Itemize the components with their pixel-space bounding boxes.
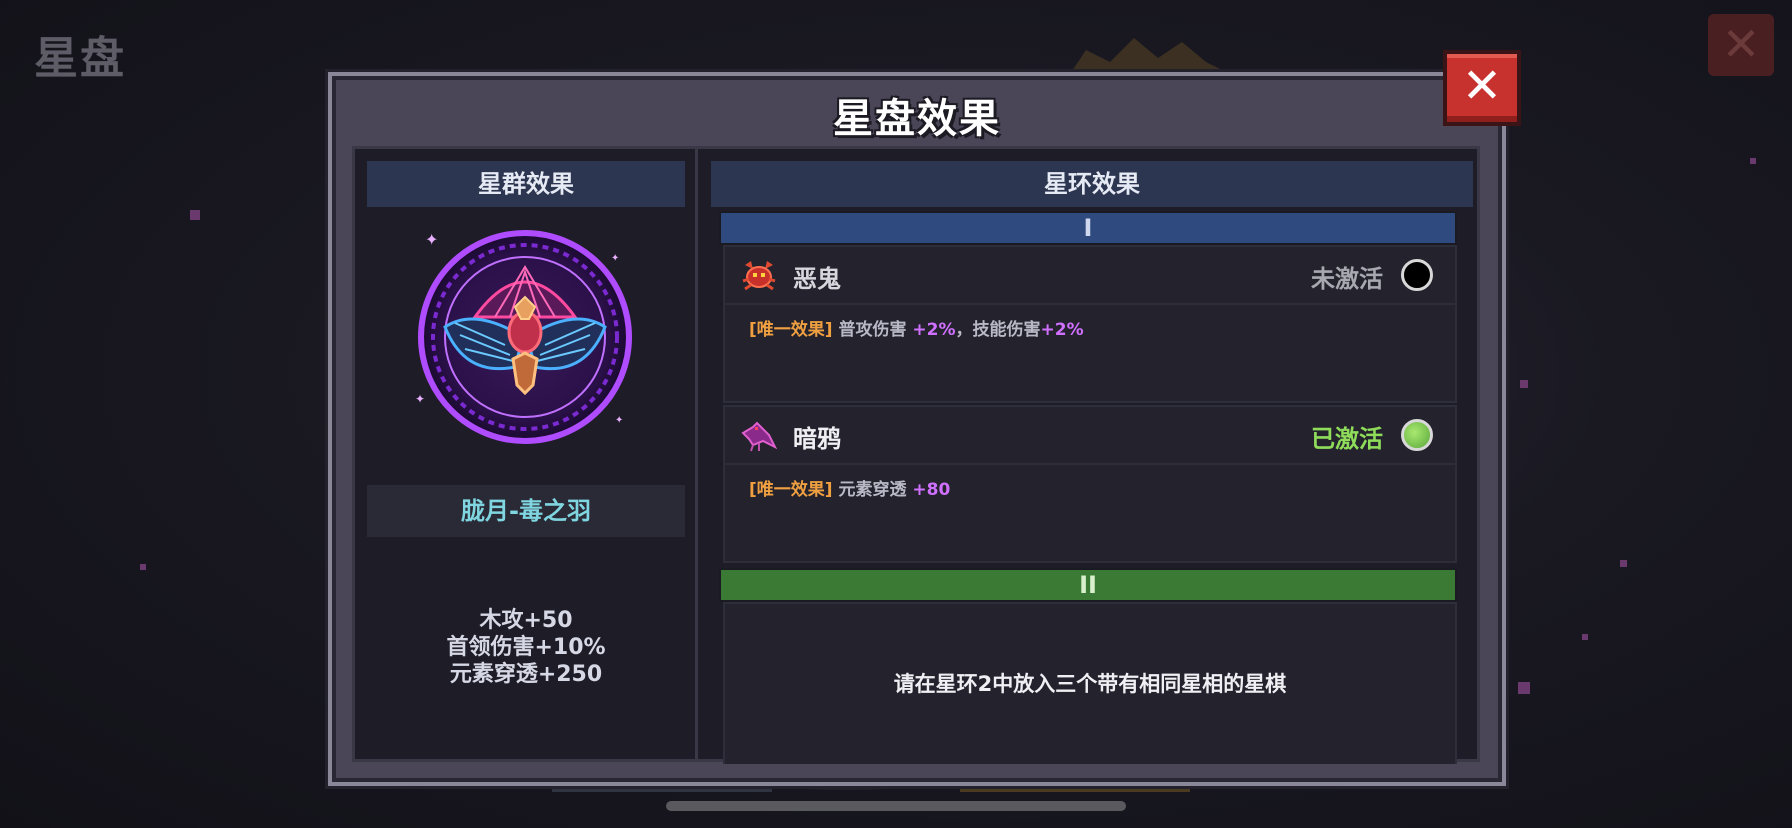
svg-text:✦: ✦ [425, 230, 438, 249]
bg-star [1750, 158, 1756, 164]
effect-value: +2% [912, 320, 956, 340]
bg-star [1620, 560, 1627, 567]
inactive-status-icon [1401, 259, 1433, 291]
effect-text: 普攻伤害 [838, 320, 913, 340]
ring-tier-2-empty-slot: 请在星环2中放入三个带有相同星相的星棋 [723, 602, 1457, 764]
bg-star [190, 210, 200, 220]
card-header: 暗鸦 已激活 [725, 407, 1455, 465]
dialog-title: 星盘效果 [833, 96, 1001, 142]
active-status-icon [1401, 419, 1433, 451]
bg-star [1518, 682, 1530, 694]
effect-text: ，技能伤害 [955, 320, 1041, 340]
effect-value: +2% [1040, 320, 1084, 340]
svg-text:✦: ✦ [611, 253, 619, 264]
effect-description: [唯一效果] 普攻伤害 +2%，技能伤害+2% [749, 315, 1084, 340]
effect-tag: [唯一效果] [749, 480, 833, 500]
home-indicator[interactable] [666, 801, 1126, 811]
background-ornament [1070, 38, 1230, 74]
close-button[interactable]: ✕ [1443, 50, 1521, 126]
ring-tier-2-bar: II [719, 568, 1457, 602]
ring-effect-header: 星环效果 [711, 161, 1473, 207]
status-label: 已激活 [1311, 425, 1383, 453]
ring-effect-card-evil-ghost[interactable]: 恶鬼 未激活 [唯一效果] 普攻伤害 +2%，技能伤害+2% [723, 245, 1457, 403]
red-crab-demon-icon [739, 259, 779, 293]
bg-star [1520, 380, 1528, 388]
panel-divider [695, 149, 698, 759]
effect-tag: [唯一效果] [749, 320, 833, 340]
card-header: 恶鬼 未激活 [725, 247, 1455, 305]
svg-text:✦: ✦ [615, 415, 623, 426]
purple-crow-constellation-icon: ✦ ✦ ✦ ✦ [415, 227, 635, 447]
stat-line: 元素穿透+250 [449, 662, 603, 687]
ring-item-name: 恶鬼 [793, 265, 841, 293]
bg-star [140, 564, 146, 570]
purple-crow-icon [739, 419, 779, 453]
ring-tier-2-hint: 请在星环2中放入三个带有相同星相的星棋 [893, 672, 1287, 696]
constellation-name: 胧月-毒之羽 [367, 485, 685, 537]
ring-item-name: 暗鸦 [793, 425, 841, 453]
background-close-button[interactable]: ✕ [1708, 14, 1774, 76]
stat-line: 木攻+50 [479, 608, 573, 633]
background-title: 星盘 [34, 33, 126, 84]
svg-text:✦: ✦ [415, 392, 425, 406]
dialog-content: 星群效果 ✦ ✦ ✦ ✦ 胧月-毒之羽 木攻+50 首领伤害+10% 元素穿透+… [352, 146, 1480, 764]
effect-value: +80 [912, 480, 951, 500]
ring-tier-1-bar: I [719, 211, 1457, 245]
cluster-effect-header: 星群效果 [367, 161, 685, 207]
constellation-stats: 木攻+50 首领伤害+10% 元素穿透+250 [367, 607, 685, 688]
status-label: 未激活 [1311, 265, 1383, 293]
constellation-effect-dialog: 星盘效果 星群效果 ✦ ✦ ✦ ✦ 胧月-毒之羽 木攻+50 首领伤害+10% … [328, 72, 1506, 786]
effect-text: 元素穿透 [838, 480, 913, 500]
ring-effect-card-dark-crow[interactable]: 暗鸦 已激活 [唯一效果] 元素穿透 +80 [723, 405, 1457, 563]
effect-description: [唯一效果] 元素穿透 +80 [749, 475, 950, 500]
stat-line: 首领伤害+10% [446, 635, 606, 660]
bg-star [1582, 634, 1588, 640]
